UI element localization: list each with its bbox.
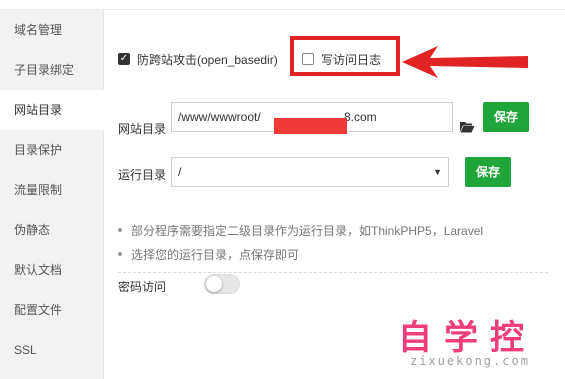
- tip-text: 选择您的运行目录，点保存即可: [131, 247, 300, 262]
- tip-text: 部分程序需要指定二级目录作为运行目录，如ThinkPHP5，Laravel: [131, 223, 484, 238]
- sidebar-item-label: 域名管理: [14, 23, 63, 37]
- sidebar-item-pseudo-static[interactable]: 伪静态: [0, 210, 103, 250]
- bullet-icon: [118, 252, 122, 256]
- divider: [118, 272, 548, 273]
- sidebar-item-label: 流量限制: [14, 183, 63, 197]
- sidebar-item-label: 子目录绑定: [14, 63, 75, 77]
- access-log-label: 写访问日志: [321, 52, 382, 67]
- top-rule: [0, 0, 565, 10]
- password-access-toggle[interactable]: [204, 274, 240, 294]
- bullet-icon: [118, 228, 122, 232]
- run-directory-save-button[interactable]: 保存: [465, 157, 511, 187]
- password-access-label: 密码访问: [118, 280, 167, 294]
- folder-open-icon[interactable]: [459, 120, 475, 134]
- site-directory-prefix: /www/wwwroot/: [178, 110, 261, 124]
- site-directory-label: 网站目录: [118, 122, 167, 136]
- access-log-option[interactable]: 写访问日志: [302, 48, 381, 70]
- list-item: 部分程序需要指定二级目录作为运行目录，如ThinkPHP5，Laravel: [118, 218, 483, 242]
- anti-xss-label: 防跨站攻击(open_basedir): [137, 52, 278, 67]
- sidebar-item-label: 目录保护: [14, 143, 63, 157]
- sidebar-item-domain-management[interactable]: 域名管理: [0, 10, 103, 50]
- sidebar-item-label: 网站目录: [14, 103, 63, 117]
- list-item: 选择您的运行目录，点保存即可: [118, 242, 483, 266]
- site-directory-suffix: 8.com: [344, 110, 377, 124]
- run-directory-select[interactable]: / ▼: [171, 157, 449, 187]
- watermark-text-en: zixuekong.com: [410, 354, 530, 368]
- sidebar: 域名管理 子目录绑定 网站目录 目录保护 流量限制 伪静态 默认文档 配置文件 …: [0, 10, 104, 379]
- sidebar-item-label: SSL: [14, 343, 37, 357]
- sidebar-item-traffic-limit[interactable]: 流量限制: [0, 170, 103, 210]
- watermark-logo: 自学控 zixuekong.com: [390, 310, 560, 376]
- sidebar-item-label: 默认文档: [14, 263, 63, 277]
- sidebar-item-directory-protection[interactable]: 目录保护: [0, 130, 103, 170]
- anti-xss-option[interactable]: ✓ 防跨站攻击(open_basedir): [118, 48, 278, 70]
- sidebar-item-config-file[interactable]: 配置文件: [0, 290, 103, 330]
- site-directory-save-button[interactable]: 保存: [483, 102, 529, 132]
- redaction-bar: [274, 118, 347, 134]
- sidebar-item-subdirectory-binding[interactable]: 子目录绑定: [0, 50, 103, 90]
- run-directory-label: 运行目录: [118, 168, 167, 182]
- watermark-text-cn: 自学控: [398, 318, 536, 358]
- anti-xss-checkbox[interactable]: ✓: [118, 53, 130, 65]
- access-log-checkbox[interactable]: [302, 53, 314, 65]
- red-arrow-icon: [402, 46, 528, 78]
- sidebar-item-site-directory[interactable]: 网站目录: [0, 90, 104, 130]
- sidebar-item-label: 伪静态: [14, 223, 51, 237]
- sidebar-item-label: 配置文件: [14, 303, 63, 317]
- tips-list: 部分程序需要指定二级目录作为运行目录，如ThinkPHP5，Laravel 选择…: [118, 218, 483, 266]
- checkmark-icon: ✓: [119, 53, 129, 64]
- toggle-knob: [206, 276, 222, 292]
- run-directory-value: /: [178, 165, 182, 179]
- caret-down-icon: ▼: [433, 167, 442, 177]
- sidebar-item-ssl[interactable]: SSL: [0, 330, 103, 370]
- sidebar-item-default-document[interactable]: 默认文档: [0, 250, 103, 290]
